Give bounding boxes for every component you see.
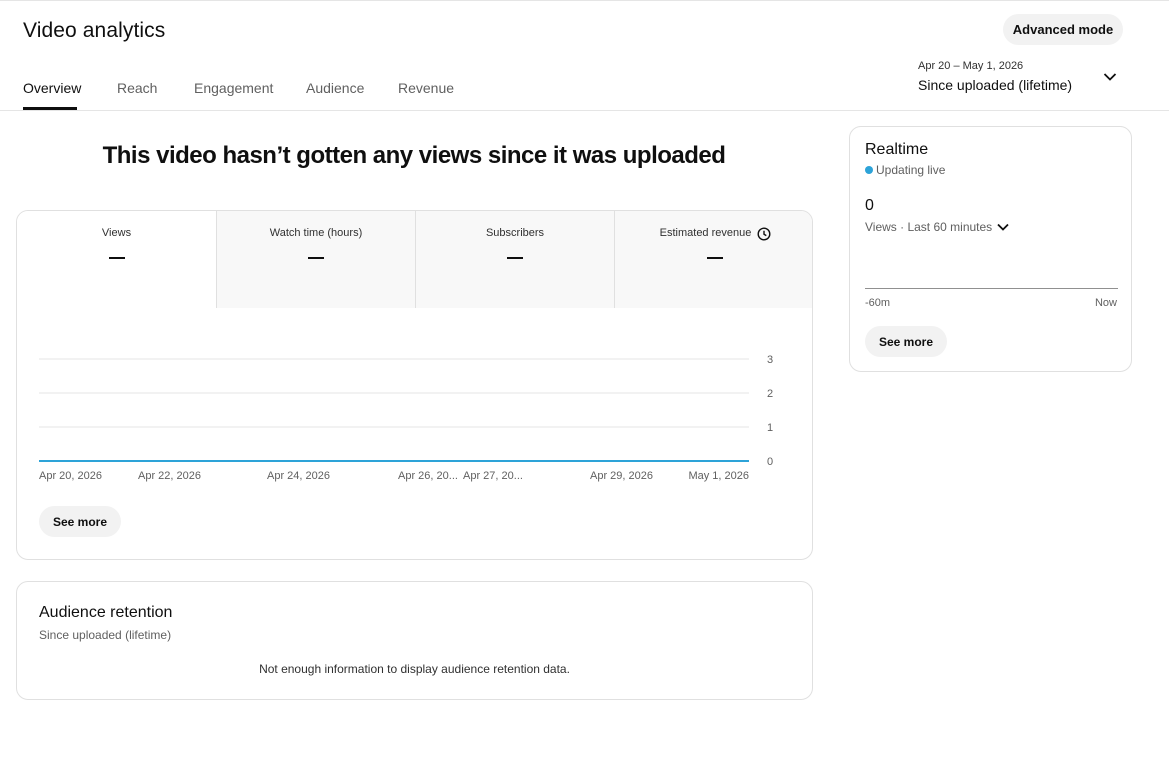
metric-label: Watch time (hours) xyxy=(269,227,363,239)
x-tick-label: Apr 27, 20... xyxy=(463,470,523,482)
date-range-label: Since uploaded (lifetime) xyxy=(918,77,1073,93)
tab-revenue[interactable]: Revenue xyxy=(398,80,454,96)
tabs-divider xyxy=(0,110,1169,111)
metric-value-dash xyxy=(308,257,324,259)
x-tick-label: Apr 29, 2026 xyxy=(590,470,653,482)
realtime-axis-end: Now xyxy=(1094,297,1117,309)
realtime-view-count: 0 xyxy=(865,197,874,214)
top-border xyxy=(0,0,1169,1)
tab-engagement[interactable]: Engagement xyxy=(194,80,273,96)
realtime-chart-baseline xyxy=(865,288,1118,289)
chevron-down-icon xyxy=(1103,73,1117,81)
retention-title: Audience retention xyxy=(39,604,173,621)
audience-retention-card: Audience retention Since uploaded (lifet… xyxy=(16,581,813,700)
clock-icon xyxy=(757,227,771,241)
y-tick-label: 0 xyxy=(767,456,773,468)
realtime-status-text: Updating live xyxy=(876,163,946,177)
x-tick-label: May 1, 2026 xyxy=(688,470,749,482)
metric-label: Views xyxy=(101,227,132,239)
metric-tab-views[interactable]: Views xyxy=(17,211,216,308)
realtime-card: Realtime Updating live 0 Views · Last 60… xyxy=(849,126,1132,372)
realtime-title: Realtime xyxy=(865,141,929,158)
live-dot-icon xyxy=(865,166,873,174)
metric-tab-watch-time[interactable]: Watch time (hours) xyxy=(216,211,415,308)
metric-value-dash xyxy=(706,257,723,259)
y-tick-label: 1 xyxy=(767,422,773,434)
realtime-period-label: Views · Last 60 minutes xyxy=(865,220,993,234)
metric-value-dash xyxy=(108,257,125,259)
tab-audience[interactable]: Audience xyxy=(306,80,364,96)
retention-message: Not enough information to display audien… xyxy=(259,662,570,676)
overview-chart-card: Views Watch time (hours) Subscribers Est… xyxy=(16,210,813,560)
y-tick-label: 3 xyxy=(767,354,773,366)
tab-overview[interactable]: Overview xyxy=(23,80,81,96)
chart-see-more-button[interactable]: See more xyxy=(39,506,121,537)
chevron-down-icon xyxy=(997,223,1009,231)
realtime-status: Updating live xyxy=(865,163,945,177)
realtime-axis-start: -60m xyxy=(865,297,891,309)
retention-subtitle: Since uploaded (lifetime) xyxy=(39,628,172,642)
metric-tab-subscribers[interactable]: Subscribers xyxy=(415,211,614,308)
x-tick-label: Apr 26, 20... xyxy=(398,470,458,482)
no-views-headline: This video hasn’t gotten any views since… xyxy=(102,142,726,169)
realtime-period-dropdown[interactable]: Views · Last 60 minutes xyxy=(865,220,1009,234)
advanced-mode-button[interactable]: Advanced mode xyxy=(1003,14,1123,45)
views-line-chart: 0 1 2 3 Apr 20, 2026 Apr 22, 2026 Apr 24, 2026… xyxy=(39,354,773,482)
metric-value-dash xyxy=(507,257,523,259)
metric-label: Estimated revenue xyxy=(659,227,752,239)
x-tick-label: Apr 24, 2026 xyxy=(267,470,330,482)
tab-reach[interactable]: Reach xyxy=(117,80,157,96)
y-tick-label: 2 xyxy=(767,388,773,400)
page-title: Video analytics xyxy=(23,19,166,42)
x-tick-label: Apr 20, 2026 xyxy=(39,470,102,482)
x-tick-label: Apr 22, 2026 xyxy=(138,470,201,482)
date-range-picker[interactable]: Apr 20 – May 1, 2026 Since uploaded (lif… xyxy=(918,58,1123,98)
date-range-text: Apr 20 – May 1, 2026 xyxy=(918,60,1024,72)
metric-tab-estimated-revenue[interactable]: Estimated revenue xyxy=(614,211,812,308)
metric-label: Subscribers xyxy=(485,227,545,239)
realtime-see-more-button[interactable]: See more xyxy=(865,326,947,357)
